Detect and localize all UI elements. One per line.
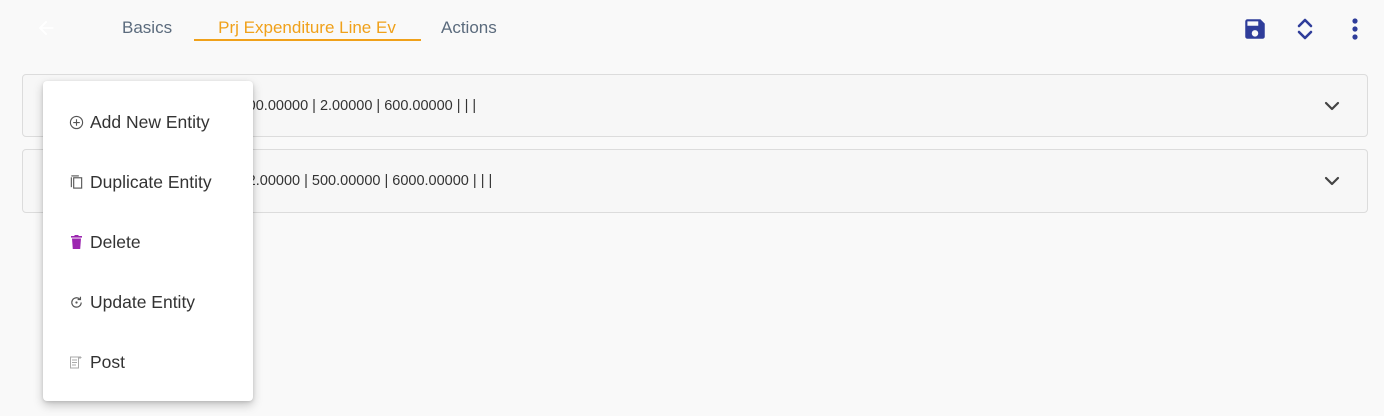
post-icon [68,354,84,370]
menu-item-label: Add New Entity [90,111,210,132]
save-button[interactable] [1242,16,1268,42]
more-vert-icon [1352,18,1358,40]
unfold-icon [1297,18,1313,40]
tab-actions[interactable]: Actions [441,18,497,38]
menu-item-duplicate-entity[interactable]: Duplicate Entity [43,154,253,210]
top-bar: Basics Prj Expenditure Line Ev Actions [0,0,1384,58]
back-button[interactable] [32,14,60,42]
save-icon [1245,19,1265,39]
chevron-down-icon[interactable] [1323,173,1341,189]
arrow-left-icon [38,20,54,36]
copy-icon [68,174,84,190]
context-menu: Add New Entity Duplicate Entity Delete U… [43,81,253,401]
add-circle-icon [68,114,84,130]
active-tab-indicator [194,39,421,41]
more-options-button[interactable] [1344,16,1366,42]
menu-item-add-new-entity[interactable]: Add New Entity [43,94,253,150]
menu-item-label: Post [90,351,126,372]
trash-icon [68,234,84,250]
tab-prj-expenditure-line-ev[interactable]: Prj Expenditure Line Ev [194,18,420,38]
refresh-icon [68,294,84,310]
menu-item-label: Update Entity [90,291,196,312]
chevron-down-icon[interactable] [1323,98,1341,114]
menu-item-label: Delete [90,231,141,252]
menu-item-label: Duplicate Entity [90,171,212,192]
expand-collapse-button[interactable] [1294,16,1316,42]
menu-item-post[interactable]: Post [43,334,253,390]
menu-item-delete[interactable]: Delete [43,214,253,270]
menu-item-update-entity[interactable]: Update Entity [43,274,253,330]
tab-basics[interactable]: Basics [122,18,172,38]
